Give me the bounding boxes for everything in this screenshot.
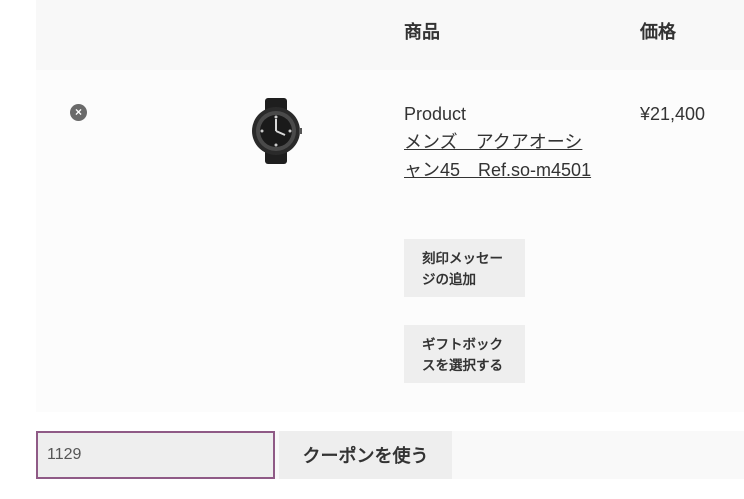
add-engraving-button[interactable]: 刻印メッセージの追加 bbox=[404, 239, 525, 297]
product-name-link[interactable]: メンズ アクアオーシャン45 Ref.so-m4501 bbox=[404, 128, 594, 184]
select-gift-box-button[interactable]: ギフトボックスを選択する bbox=[404, 325, 525, 383]
header-product: 商品 bbox=[404, 22, 440, 42]
header-price: 価格 bbox=[640, 22, 676, 42]
table-header: 商品 価格 bbox=[36, 0, 744, 70]
cart-page: 商品 価格 × Product メンズ アクアオーシャン45 Ref.so-m4… bbox=[0, 0, 744, 499]
item-price: ¥21,400 bbox=[640, 104, 706, 124]
coupon-code-input[interactable] bbox=[36, 431, 275, 479]
cart-table: 商品 価格 × Product メンズ アクアオーシャン45 Ref.so-m4… bbox=[36, 0, 744, 412]
watch-thumbnail[interactable] bbox=[250, 98, 302, 164]
product-label: Product bbox=[404, 104, 467, 124]
cart-item-row: × Product メンズ アクアオーシャン45 Ref.so-m4501 刻印… bbox=[36, 70, 744, 412]
remove-item-button[interactable]: × bbox=[70, 104, 87, 121]
apply-coupon-button[interactable]: クーポンを使う bbox=[279, 431, 452, 479]
coupon-bar: クーポンを使う bbox=[36, 431, 744, 479]
product-cell: Product メンズ アクアオーシャン45 Ref.so-m4501 bbox=[404, 100, 594, 184]
